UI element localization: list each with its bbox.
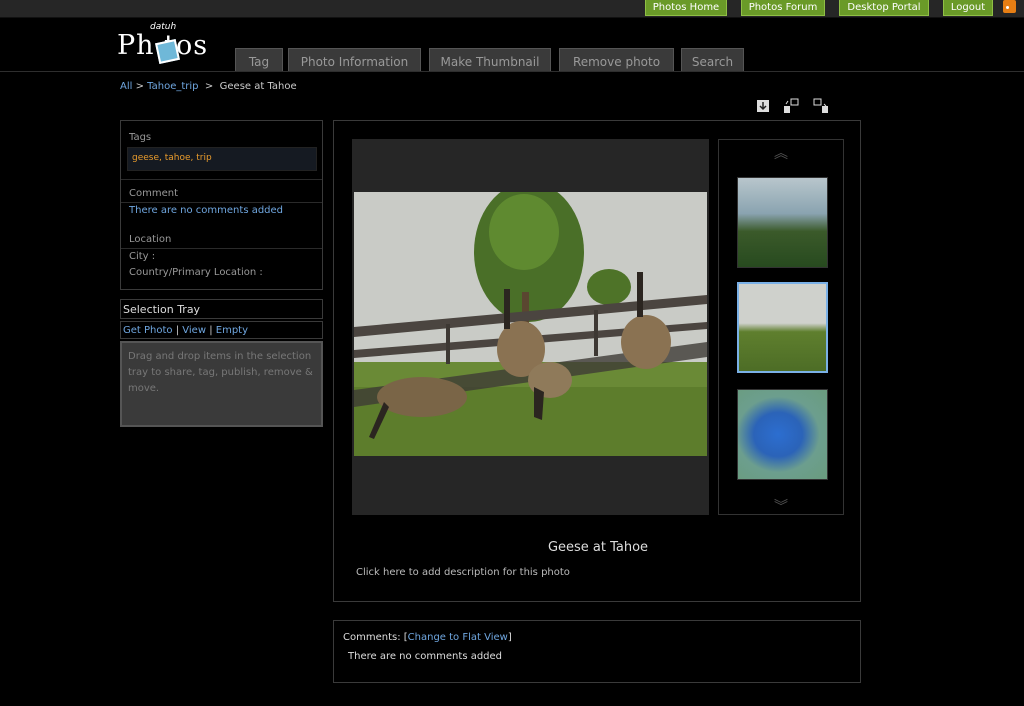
tab-photo-information[interactable]: Photo Information xyxy=(288,48,421,71)
comments-panel: Comments: [Change to Flat View] There ar… xyxy=(333,620,861,683)
breadcrumb-all[interactable]: All xyxy=(120,81,132,92)
tab-make-thumbnail[interactable]: Make Thumbnail xyxy=(429,48,551,71)
selection-tray-actions: Get Photo | View | Empty xyxy=(120,321,323,339)
tab-tag[interactable]: Tag xyxy=(235,48,283,71)
logo[interactable]: datuh Ph tos xyxy=(117,22,229,66)
top-bar: Photos Home Photos Forum Desktop Portal … xyxy=(0,0,1024,18)
pipe-separator: | xyxy=(209,325,213,336)
comments-label: Comments: xyxy=(343,632,401,643)
photo-info-panel: Tags geese, tahoe, trip Comment There ar… xyxy=(120,120,323,290)
thumbnail-strip: ︽ ︾ xyxy=(718,139,844,515)
flat-view-link[interactable]: Change to Flat View xyxy=(408,632,508,643)
photo-description[interactable]: Click here to add description for this p… xyxy=(356,567,570,578)
divider xyxy=(121,202,322,203)
breadcrumb-current: Geese at Tahoe xyxy=(219,81,297,92)
nav-divider xyxy=(0,71,1024,72)
download-icon[interactable] xyxy=(755,98,771,114)
tags-value: geese, tahoe, trip xyxy=(132,153,212,163)
comment-value: There are no comments added xyxy=(129,205,284,216)
selection-tray-header: Selection Tray xyxy=(120,299,323,319)
desktop-portal-link[interactable]: Desktop Portal xyxy=(839,0,929,16)
breadcrumb: All > Tahoe_trip > Geese at Tahoe xyxy=(120,81,297,92)
city-label: City : xyxy=(129,251,156,262)
pipe-separator: | xyxy=(175,325,180,336)
country-label: Country/Primary Location : xyxy=(129,267,263,278)
tags-label: Tags xyxy=(129,132,152,143)
location-label: Location xyxy=(129,234,172,245)
breadcrumb-separator: > xyxy=(135,81,144,92)
rss-icon[interactable] xyxy=(1003,0,1016,13)
comments-empty: There are no comments added xyxy=(348,651,503,662)
bracket: ] xyxy=(507,632,512,643)
selection-tray-dropzone[interactable]: Drag and drop items in the selection tra… xyxy=(120,341,323,427)
comment-label: Comment xyxy=(129,188,178,199)
thumbnail-tahoe-forest[interactable] xyxy=(737,177,828,268)
get-photo-link[interactable]: Get Photo xyxy=(123,325,173,336)
photo-frame xyxy=(352,139,709,515)
selection-tray-title: Selection Tray xyxy=(123,303,201,316)
previous-photo-icon[interactable] xyxy=(783,98,799,114)
next-photo-icon[interactable] xyxy=(813,98,829,114)
photo-cube-icon xyxy=(155,39,180,64)
divider xyxy=(121,248,322,249)
scroll-up-icon[interactable]: ︽ xyxy=(771,143,791,162)
tags-field[interactable]: geese, tahoe, trip xyxy=(127,147,317,171)
breadcrumb-separator: > xyxy=(204,81,214,92)
view-link[interactable]: View xyxy=(182,325,206,336)
scroll-down-icon[interactable]: ︾ xyxy=(771,496,791,515)
tab-remove-photo[interactable]: Remove photo xyxy=(559,48,674,71)
photo-title: Geese at Tahoe xyxy=(547,540,649,555)
tab-search[interactable]: Search xyxy=(681,48,744,71)
thumbnail-lake-map[interactable] xyxy=(737,389,828,480)
selection-tray-hint: Drag and drop items in the selection tra… xyxy=(128,351,313,394)
main-photo[interactable] xyxy=(354,192,707,456)
divider xyxy=(121,179,322,180)
photo-panel: ︽ ︾ Geese at Tahoe Click here to add des… xyxy=(333,120,861,602)
breadcrumb-album[interactable]: Tahoe_trip xyxy=(147,81,198,92)
photos-forum-link[interactable]: Photos Forum xyxy=(741,0,825,16)
empty-link[interactable]: Empty xyxy=(216,325,248,336)
thumbnail-geese-selected[interactable] xyxy=(737,282,828,373)
photos-home-link[interactable]: Photos Home xyxy=(645,0,727,16)
logout-link[interactable]: Logout xyxy=(943,0,993,16)
